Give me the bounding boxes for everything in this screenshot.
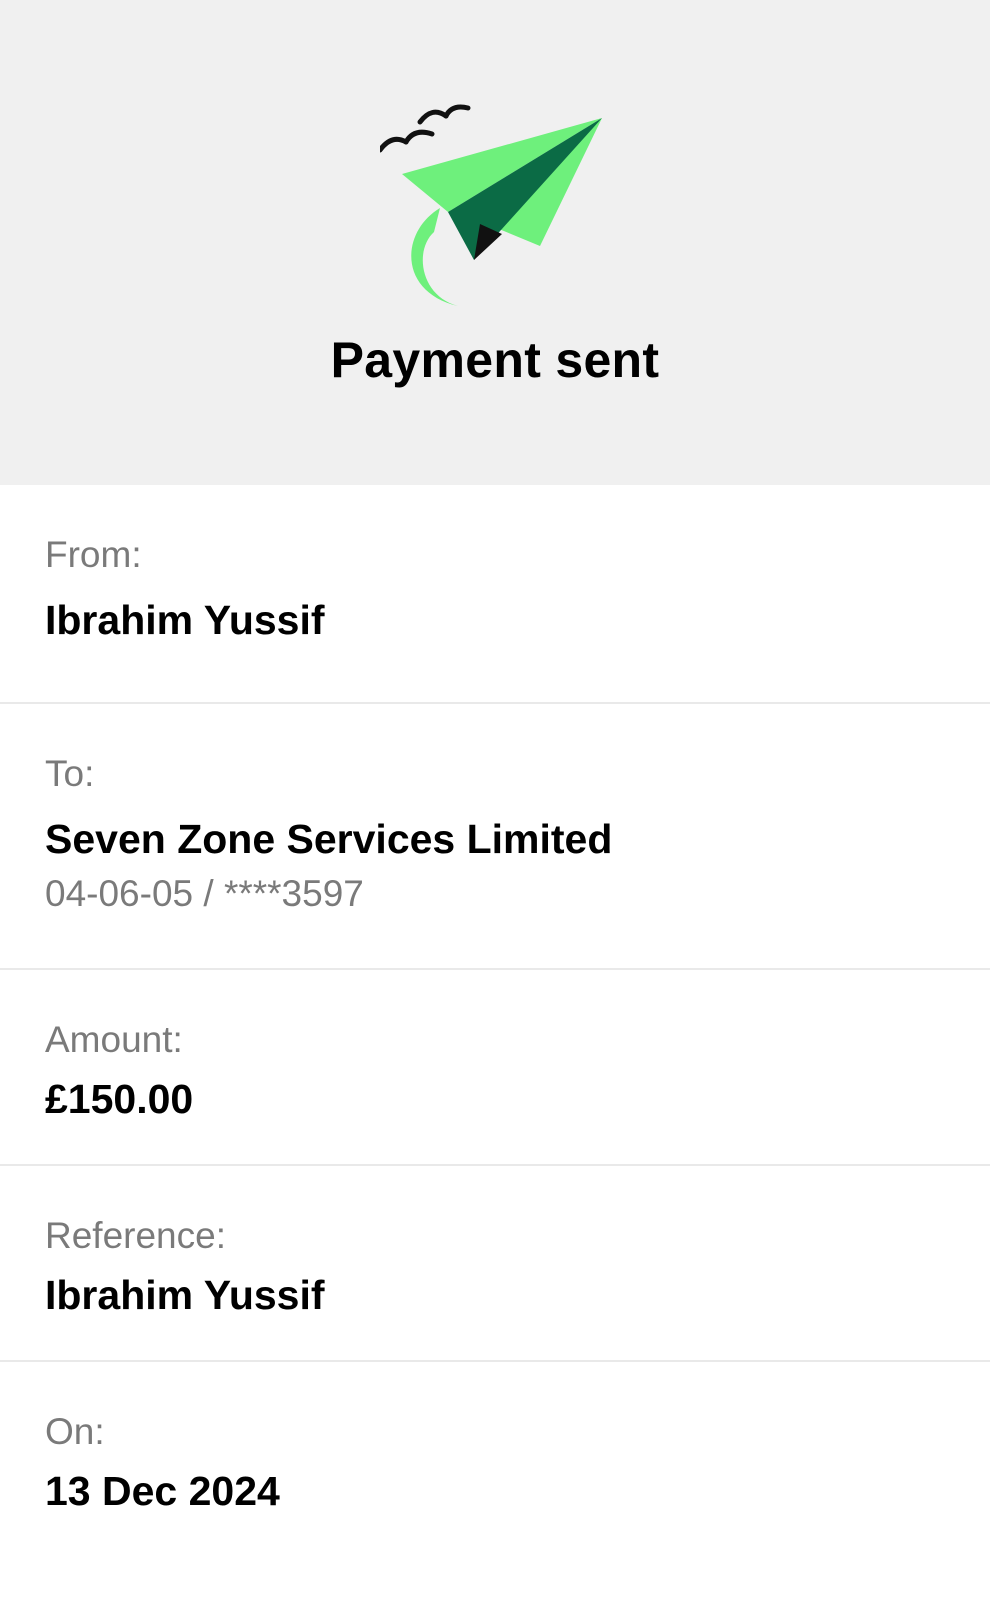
on-label: On:: [45, 1411, 105, 1452]
from-value: Ibrahim Yussif: [45, 597, 325, 643]
from-section: From: Ibrahim Yussif: [0, 485, 990, 704]
to-account-number: 04-06-05 / ****3597: [45, 873, 364, 914]
amount-label: Amount:: [45, 1019, 183, 1060]
to-value: Seven Zone Services Limited: [45, 816, 613, 862]
paper-plane-icon: [380, 104, 602, 306]
to-section: To: Seven Zone Services Limited 04-06-05…: [0, 704, 990, 970]
amount-section: Amount: £150.00: [0, 970, 990, 1166]
from-label: From:: [45, 534, 142, 575]
reference-value: Ibrahim Yussif: [45, 1272, 325, 1318]
date-section: On: 13 Dec 2024: [0, 1362, 990, 1600]
reference-label: Reference:: [45, 1215, 226, 1256]
reference-section: Reference: Ibrahim Yussif: [0, 1166, 990, 1362]
amount-value: £150.00: [45, 1076, 194, 1122]
on-value: 13 Dec 2024: [45, 1468, 280, 1514]
page-title: Payment sent: [330, 332, 660, 388]
payment-sent-header: Payment sent: [0, 0, 990, 485]
to-label: To:: [45, 753, 95, 794]
